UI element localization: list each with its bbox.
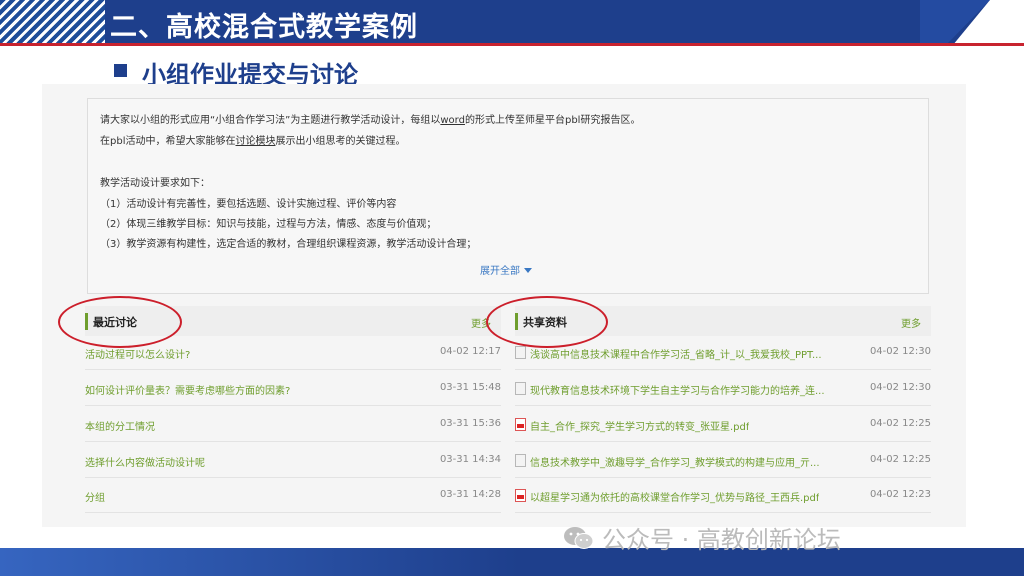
- highlight-circle-discussion: [58, 296, 182, 348]
- description-line-2: 在pbl活动中，希望大家能够在讨论模块展示出小组思考的关键过程。: [100, 136, 406, 147]
- document-icon: [515, 454, 526, 467]
- resource-title[interactable]: 浅谈高中信息技术课程中合作学习活_省略_计_以_我爱我校_PPT...: [530, 346, 822, 361]
- resource-title[interactable]: 信息技术教学中_激趣导学_合作学习_教学模式的构建与应用_亓...: [530, 454, 820, 469]
- word-link[interactable]: word: [440, 115, 465, 126]
- more-link[interactable]: 更多: [901, 315, 921, 330]
- highlight-circle-resources: [486, 296, 608, 348]
- resource-date: 04-02 12:30: [869, 382, 931, 393]
- resource-date: 04-02 12:25: [869, 418, 931, 429]
- requirement-1: （1）活动设计有完善性，要包括选题、设计实施过程、评价等内容: [100, 199, 397, 210]
- discussion-row[interactable]: 分组 03-31 14:28: [85, 479, 501, 513]
- wechat-icon: [564, 527, 594, 549]
- discussion-title[interactable]: 活动过程可以怎么设计?: [85, 346, 190, 361]
- resource-title[interactable]: 以超星学习通为依托的高校课堂合作学习_优势与路径_王西兵.pdf: [530, 489, 819, 504]
- description-line-1: 请大家以小组的形式应用“小组合作学习法”为主题进行教学活动设计，每组以word的…: [100, 115, 641, 126]
- discussion-module-link[interactable]: 讨论模块: [235, 136, 275, 147]
- resource-row[interactable]: 以超星学习通为依托的高校课堂合作学习_优势与路径_王西兵.pdf 04-02 1…: [515, 479, 931, 513]
- resource-date: 04-02 12:25: [869, 454, 931, 465]
- watermark-text: 公众号 · 高教创新论坛: [602, 526, 841, 554]
- discussion-row[interactable]: 选择什么内容做活动设计呢 03-31 14:34: [85, 444, 501, 478]
- description-line-3: 教学活动设计要求如下：: [100, 178, 210, 189]
- resource-title[interactable]: 现代教育信息技术环境下学生自主学习与合作学习能力的培养_连...: [530, 382, 825, 397]
- header-stripes: [0, 0, 110, 43]
- discussion-date: 03-31 14:28: [439, 489, 501, 500]
- footer-gradient: [0, 548, 520, 576]
- requirement-2: （2）体现三维教学目标：知识与技能，过程与方法，情感、态度与价值观；: [100, 219, 437, 230]
- assignment-description: 请大家以小组的形式应用“小组合作学习法”为主题进行教学活动设计，每组以word的…: [87, 98, 929, 294]
- expand-all-label: 展开全部: [480, 266, 520, 277]
- requirement-3: （3）教学资源有构建性，选定合适的教材，合理组织课程资源，教学活动设计合理；: [100, 239, 477, 250]
- discussion-title[interactable]: 分组: [85, 489, 105, 504]
- expand-all-button[interactable]: 展开全部: [480, 262, 532, 277]
- resource-date: 04-02 12:23: [869, 489, 931, 500]
- document-icon: [515, 346, 526, 359]
- resource-row[interactable]: 信息技术教学中_激趣导学_合作学习_教学模式的构建与应用_亓... 04-02 …: [515, 444, 931, 478]
- square-bullet-icon: [114, 64, 127, 77]
- discussion-title[interactable]: 如何设计评价量表？需要考虑哪些方面的因素?: [85, 382, 290, 397]
- discussion-title[interactable]: 本组的分工情况: [85, 418, 155, 433]
- discussion-row[interactable]: 如何设计评价量表？需要考虑哪些方面的因素? 03-31 15:48: [85, 372, 501, 406]
- discussion-row[interactable]: 本组的分工情况 03-31 15:36: [85, 408, 501, 442]
- discussion-date: 03-31 15:36: [439, 418, 501, 429]
- pdf-icon: [515, 489, 526, 502]
- caret-down-icon: [524, 268, 532, 273]
- discussion-date: 03-31 14:34: [439, 454, 501, 465]
- pdf-icon: [515, 418, 526, 431]
- discussion-date: 03-31 15:48: [439, 382, 501, 393]
- page-title: 二、高校混合式教学案例: [110, 12, 418, 43]
- resource-date: 04-02 12:30: [869, 346, 931, 357]
- resource-row[interactable]: 自主_合作_探究_学生学习方式的转变_张亚星.pdf 04-02 12:25: [515, 408, 931, 442]
- document-icon: [515, 382, 526, 395]
- resource-row[interactable]: 现代教育信息技术环境下学生自主学习与合作学习能力的培养_连... 04-02 1…: [515, 372, 931, 406]
- discussion-title[interactable]: 选择什么内容做活动设计呢: [85, 454, 205, 469]
- discussion-date: 04-02 12:17: [439, 346, 501, 357]
- resource-title[interactable]: 自主_合作_探究_学生学习方式的转变_张亚星.pdf: [530, 418, 749, 433]
